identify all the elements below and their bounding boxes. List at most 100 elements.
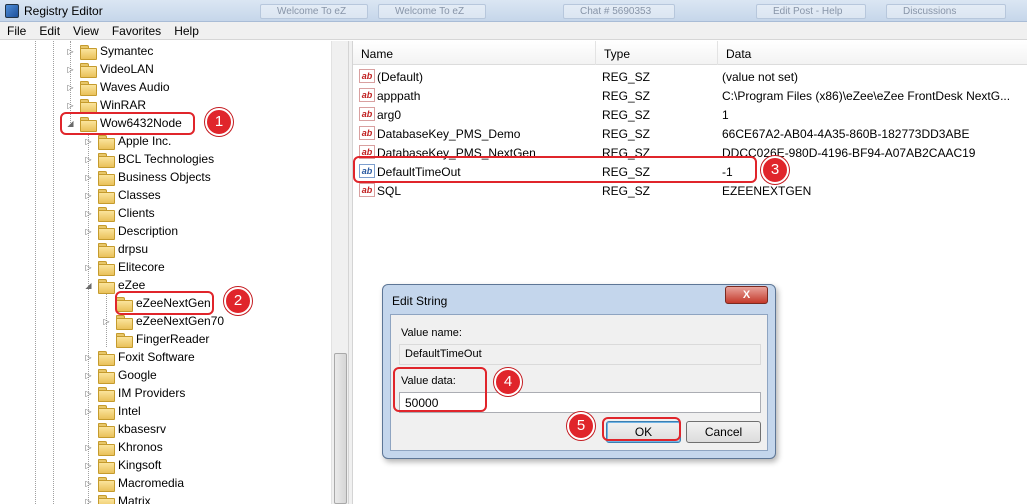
tree-item[interactable]: ▷ IM Providers: [84, 384, 185, 402]
cancel-button[interactable]: Cancel: [686, 421, 761, 443]
tree-item[interactable]: ▷ BCL Technologies: [84, 150, 214, 168]
expand-arrow-icon[interactable]: ▷: [66, 47, 75, 56]
expand-arrow-icon[interactable]: ▷: [84, 497, 93, 504]
menu-help[interactable]: Help: [167, 22, 205, 38]
folder-icon: [116, 332, 133, 348]
callout-badge-5: 5: [567, 412, 595, 440]
collapse-arrow-icon[interactable]: ◢: [84, 281, 93, 290]
expand-arrow-icon[interactable]: ▷: [84, 479, 93, 488]
folder-icon: [98, 476, 115, 492]
value-row[interactable]: ab (Default) REG_SZ (value not set): [353, 67, 1027, 86]
background-taskbar-tab[interactable]: Chat # 5690353: [563, 4, 675, 19]
expand-arrow-icon[interactable]: ▷: [84, 353, 93, 362]
expand-arrow-icon[interactable]: ▷: [84, 389, 93, 398]
expand-arrow-icon[interactable]: ▷: [84, 227, 93, 236]
tree-item[interactable]: ▷ Matrix: [84, 492, 151, 504]
expand-arrow-icon[interactable]: ▷: [84, 407, 93, 416]
expand-arrow-icon[interactable]: ▷: [84, 173, 93, 182]
value-row[interactable]: ab SQL REG_SZ EZEENEXTGEN: [353, 181, 1027, 200]
value-row[interactable]: ab arg0 REG_SZ 1: [353, 105, 1027, 124]
value-name: arg0: [377, 108, 402, 122]
string-value-icon: ab: [359, 88, 375, 102]
value-row[interactable]: ab DatabaseKey_PMS_Demo REG_SZ 66CE67A2-…: [353, 124, 1027, 143]
string-value-icon: ab: [359, 69, 375, 83]
expand-arrow-icon[interactable]: ▷: [84, 137, 93, 146]
highlight-box-defaulttimeout: [353, 156, 757, 183]
tree-item[interactable]: drpsu: [84, 240, 148, 258]
folder-icon: [98, 170, 115, 186]
highlight-box-ezeenextgen: [115, 291, 214, 315]
expand-arrow-icon[interactable]: ▷: [84, 191, 93, 200]
tree-item[interactable]: kbasesrv: [84, 420, 166, 438]
tree-item[interactable]: ▷ Intel: [84, 402, 141, 420]
column-header-name[interactable]: Name: [353, 41, 596, 65]
expand-arrow-icon[interactable]: ▷: [84, 209, 93, 218]
expand-arrow-icon[interactable]: ▷: [84, 443, 93, 452]
expand-arrow-icon[interactable]: ▷: [84, 263, 93, 272]
highlight-box-value-data: [393, 367, 487, 412]
menu-file[interactable]: File: [0, 22, 32, 38]
menu-favorites[interactable]: Favorites: [105, 22, 167, 38]
tree-item[interactable]: ▷ Business Objects: [84, 168, 211, 186]
value-name-field: DefaultTimeOut: [399, 344, 761, 365]
expand-arrow-icon[interactable]: ▷: [66, 101, 75, 110]
background-taskbar-tab[interactable]: Welcome To eZ: [378, 4, 486, 19]
tree-vertical-scrollbar[interactable]: [331, 41, 348, 504]
dialog-title: Edit String: [392, 294, 448, 308]
menu-view[interactable]: View: [66, 22, 105, 38]
folder-icon: [98, 386, 115, 402]
tree-item-label: Apple Inc.: [118, 134, 172, 148]
callout-badge-1: 1: [205, 108, 233, 136]
folder-icon: [98, 350, 115, 366]
background-taskbar-tab[interactable]: Edit Post - Help: [756, 4, 866, 19]
expand-arrow-icon[interactable]: ▷: [84, 371, 93, 380]
value-type: REG_SZ: [602, 127, 651, 141]
tree-item[interactable]: FingerReader: [102, 330, 209, 348]
folder-icon: [80, 98, 97, 114]
background-taskbar-tab[interactable]: Welcome To eZ: [260, 4, 368, 19]
tree-item[interactable]: ▷ Clients: [84, 204, 155, 222]
expand-arrow-icon[interactable]: ▷: [84, 155, 93, 164]
tree-item-label: Description: [118, 224, 179, 238]
tree-item[interactable]: ▷ Symantec: [66, 42, 153, 60]
expand-arrow-icon[interactable]: ▷: [66, 65, 75, 74]
column-header-type[interactable]: Type: [596, 41, 718, 65]
value-data: EZEENEXTGEN: [722, 184, 812, 198]
tree-item-label: kbasesrv: [118, 422, 167, 436]
expand-arrow-icon[interactable]: ▷: [84, 461, 93, 470]
folder-icon: [98, 404, 115, 420]
tree-item[interactable]: ▷ VideoLAN: [66, 60, 154, 78]
tree-item[interactable]: ▷ Khronos: [84, 438, 163, 456]
value-name-label: Value name:: [401, 327, 462, 339]
menu-edit[interactable]: Edit: [32, 22, 66, 38]
column-header-data[interactable]: Data: [718, 41, 1027, 65]
expand-arrow-icon[interactable]: ▷: [102, 317, 111, 326]
registry-key-tree[interactable]: ▷ Symantec ▷ VideoLAN ▷ Waves Audio ▷ WinRAR…: [0, 41, 348, 504]
tree-item[interactable]: ▷ Description: [84, 222, 178, 240]
tree-item[interactable]: ▷ Foxit Software: [84, 348, 195, 366]
value-data: C:\Program Files (x86)\eZee\eZee FrontDe…: [722, 89, 1011, 103]
tree-item[interactable]: ▷ Waves Audio: [66, 78, 170, 96]
folder-icon: [98, 152, 115, 168]
tree-item-label: Classes: [118, 188, 161, 202]
expand-arrow-icon[interactable]: ▷: [66, 83, 75, 92]
tree-item[interactable]: ▷ Elitecore: [84, 258, 165, 276]
value-name: apppath: [377, 89, 421, 103]
tree-item[interactable]: ▷ Classes: [84, 186, 161, 204]
background-taskbar-tab[interactable]: Discussions: [886, 4, 1006, 19]
scrollbar-thumb[interactable]: [334, 353, 347, 504]
folder-icon: [80, 62, 97, 78]
value-row[interactable]: ab apppath REG_SZ C:\Program Files (x86)…: [353, 86, 1027, 105]
folder-icon: [98, 278, 115, 294]
tree-item-label: Symantec: [100, 44, 154, 58]
no-expander: [84, 425, 93, 434]
tree-item[interactable]: ▷ Macromedia: [84, 474, 184, 492]
menu-bar: File Edit View Favorites Help: [0, 22, 1027, 40]
tree-item[interactable]: ▷ Google: [84, 366, 157, 384]
folder-icon: [98, 494, 115, 504]
callout-badge-4: 4: [494, 368, 522, 396]
close-icon[interactable]: X: [725, 286, 768, 304]
no-expander: [102, 299, 111, 308]
no-expander: [84, 245, 93, 254]
tree-item[interactable]: ▷ Kingsoft: [84, 456, 161, 474]
